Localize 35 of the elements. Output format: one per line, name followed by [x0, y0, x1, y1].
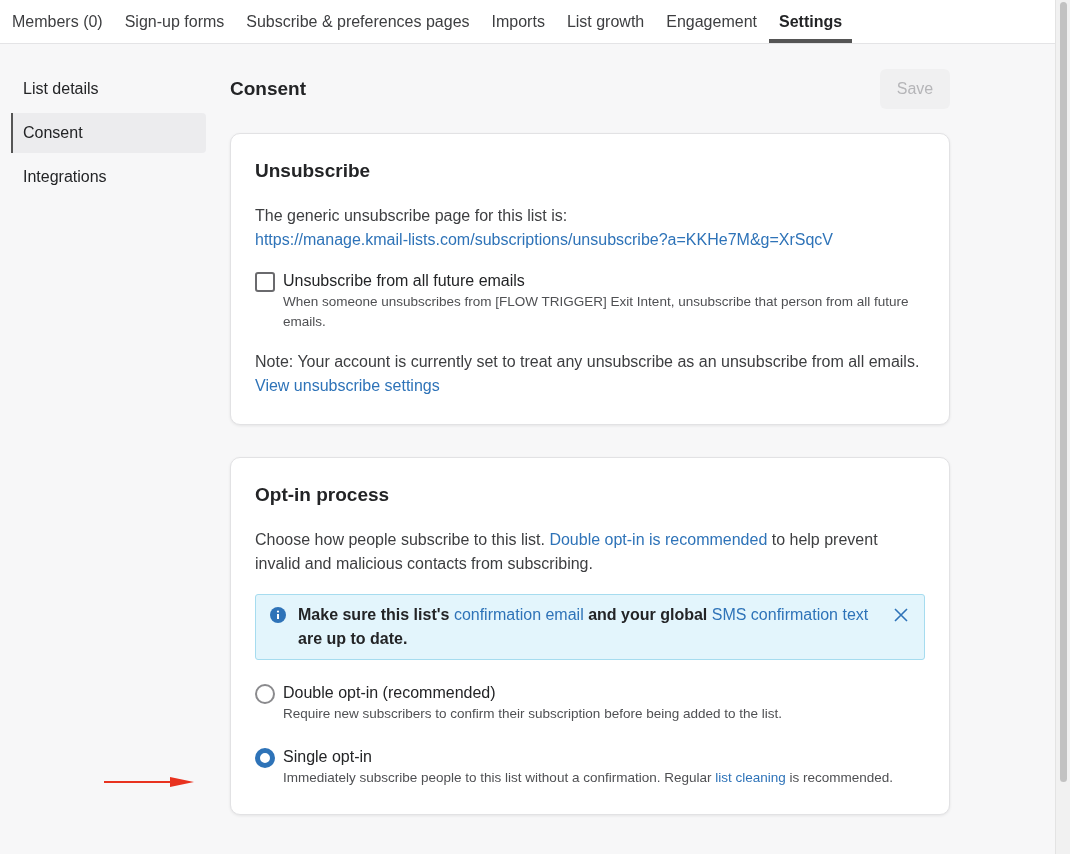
radio-button[interactable] [255, 684, 275, 704]
radio-description: Immediately subscribe people to this list without a confirmation. Regular list cleaning is recommended. [283, 769, 894, 787]
text-link[interactable]: Double opt-in is recommended [549, 531, 768, 548]
radio-label: Double opt-in (recommended) [283, 683, 497, 703]
text-link[interactable]: confirmation email [453, 606, 584, 623]
nav-tab[interactable]: Settings [769, 0, 853, 43]
scrollbar-thumb[interactable] [1059, 2, 1067, 782]
text-link[interactable]: View unsubscribe settings [255, 377, 440, 394]
info-icon [270, 607, 286, 623]
nav-tab[interactable]: Members (0) [2, 0, 113, 43]
unsubscribe-page-text: The generic unsubscribe page for this list is: https://manage.kmail-lists.com/subscriptions/unsubscribe?a=KKHe7M&g=XrSqcV [255, 206, 835, 250]
page-title: Consent [230, 78, 306, 100]
nav-tab[interactable]: Engagement [656, 0, 767, 43]
text-link[interactable]: https://manage.kmail-lists.com/subscriptions/unsubscribe?a=KKHe7M&g=XrSqcV [255, 231, 834, 248]
nav-tab[interactable]: List growth [556, 0, 655, 43]
radio-label: Single opt-in [283, 747, 373, 767]
radio-button[interactable] [255, 748, 275, 768]
checkbox[interactable] [255, 272, 275, 292]
close-icon[interactable] [894, 608, 908, 622]
radio-description: Require new subscribers to confirm their subscription before being added to the list. [283, 705, 782, 723]
sidebar-item[interactable]: List details [11, 69, 206, 109]
card-title: Unsubscribe [255, 160, 372, 182]
nav-tab[interactable]: Subscribe & preferences pages [236, 0, 480, 43]
note-text: Note: Your account is currently set to treat any unsubscribe as an unsubscribe from all emails. View unsubscribe settings [255, 352, 921, 396]
checkbox-description: When someone unsubscribes from [FLOW TRIGGER] Exit Intent, unsubscribe that person from all future emails. [283, 293, 910, 331]
text-link[interactable]: SMS confirmation text [711, 606, 869, 623]
text-link[interactable]: list cleaning [715, 770, 786, 785]
alert-text: Make sure this list's confirmation email and your global SMS confirmation text are up to date. [298, 605, 870, 649]
sidebar-item[interactable]: Integrations [11, 157, 206, 197]
nav-tab[interactable]: Sign-up forms [114, 0, 235, 43]
card-title: Opt-in process [255, 484, 391, 506]
checkbox-label: Unsubscribe from all future emails [283, 271, 526, 291]
nav-tab[interactable]: Imports [481, 0, 555, 43]
opt-in-intro-text: Choose how people subscribe to this list. Double opt-in is recommended to help prevent invalid and malicious contacts from subscribing. [255, 530, 879, 574]
sidebar-item[interactable]: Consent [11, 113, 206, 153]
